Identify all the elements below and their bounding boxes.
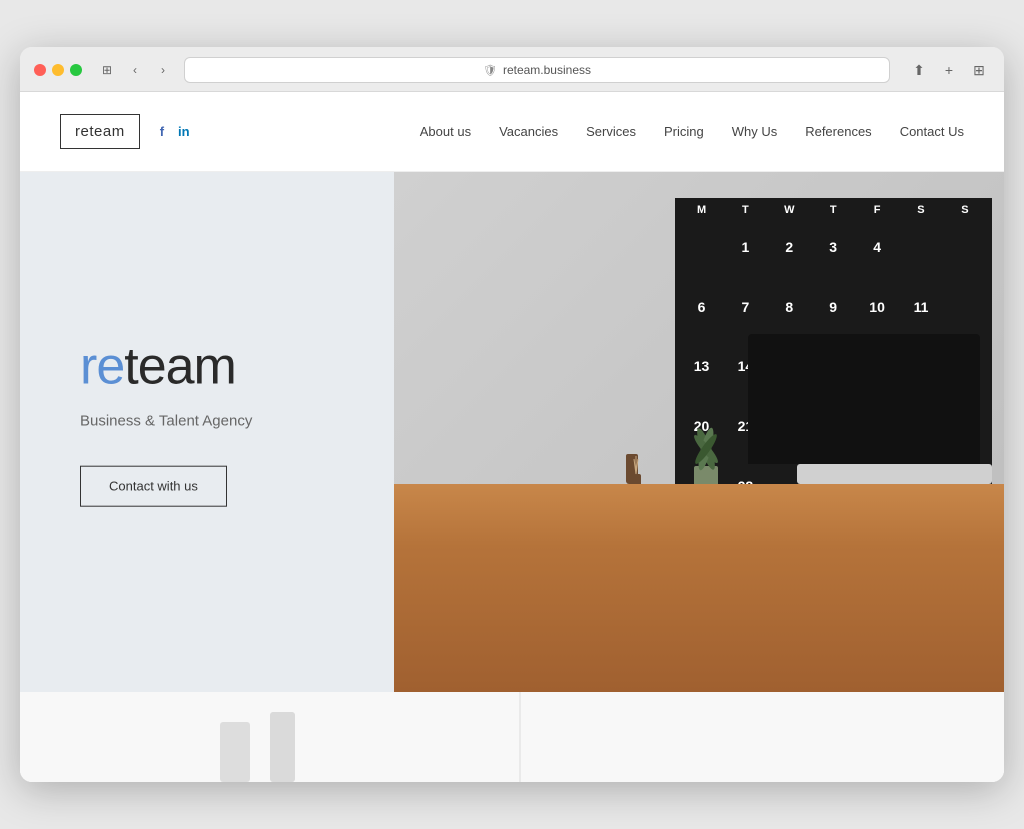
maximize-button[interactable] [70, 64, 82, 76]
cal-day-3: 3 [812, 218, 854, 276]
cal-header-sat: S [900, 204, 942, 216]
cal-day-7: 7 [724, 278, 766, 336]
diffuser [626, 454, 638, 484]
cal-header-thu: T [812, 204, 854, 216]
linkedin-link[interactable]: in [178, 124, 190, 139]
plant-svg [676, 394, 736, 494]
site-header: reteam f in About us Vacancies Services … [20, 92, 1004, 172]
forward-button[interactable]: › [152, 59, 174, 81]
back-button[interactable]: ‹ [124, 59, 146, 81]
monitor-screen [748, 334, 980, 464]
nav-services[interactable]: Services [586, 124, 636, 139]
social-links: f in [160, 124, 190, 139]
hero-title: reteam [80, 341, 252, 393]
hero-subtitle: Business & Talent Agency [80, 413, 252, 430]
cal-header-tue: T [724, 204, 766, 216]
url-text: reteam.business [503, 63, 591, 77]
hero-section: M T W T F S S 1 2 3 4 [20, 172, 1004, 692]
nav-controls: ⊞ ‹ › [96, 59, 174, 81]
below-fold-illustration [20, 692, 1004, 782]
hero-title-rest: team [124, 338, 236, 396]
cal-day-13: 13 [681, 337, 723, 395]
cal-day-2: 2 [768, 218, 810, 276]
hero-title-re: re [80, 338, 124, 396]
security-icon: 🛡 [483, 64, 497, 77]
nav-pricing[interactable]: Pricing [664, 124, 704, 139]
nav-why-us[interactable]: Why Us [732, 124, 778, 139]
minimize-button[interactable] [52, 64, 64, 76]
new-tab-button[interactable]: + [938, 59, 960, 81]
contact-cta-button[interactable]: Contact with us [80, 466, 227, 507]
traffic-lights [34, 64, 82, 76]
cal-day-11: 11 [900, 278, 942, 336]
nav-about-us[interactable]: About us [420, 124, 471, 139]
cal-header-sun: S [944, 204, 986, 216]
cal-header-fri: F [856, 204, 898, 216]
cal-header-mon: M [681, 204, 723, 216]
cal-day-1: 1 [724, 218, 766, 276]
below-fold [20, 692, 1004, 782]
logo[interactable]: reteam [60, 114, 140, 149]
sidebar-toggle[interactable]: ⊞ [96, 59, 118, 81]
close-button[interactable] [34, 64, 46, 76]
cal-header-wed: W [768, 204, 810, 216]
plant [676, 394, 736, 494]
nav-references[interactable]: References [805, 124, 871, 139]
cal-day-empty2 [900, 218, 942, 276]
hero-background-right: M T W T F S S 1 2 3 4 [394, 172, 1004, 692]
desk-surface [394, 484, 1004, 692]
main-nav: About us Vacancies Services Pricing Why … [420, 124, 964, 139]
cal-day-empty4 [944, 278, 986, 336]
cal-day-empty3 [944, 218, 986, 276]
browser-action-buttons: ⬆ + ⊞ [908, 59, 990, 81]
cal-day-6: 6 [681, 278, 723, 336]
share-button[interactable]: ⬆ [908, 59, 930, 81]
desk-scene: M T W T F S S 1 2 3 4 [394, 172, 1004, 692]
cal-day-10: 10 [856, 278, 898, 336]
hero-content: reteam Business & Talent Agency Contact … [80, 341, 252, 507]
grid-button[interactable]: ⊞ [968, 59, 990, 81]
cal-day-empty1 [681, 218, 723, 276]
browser-toolbar: ⊞ ‹ › 🛡 reteam.business ⬆ + ⊞ [20, 47, 1004, 92]
browser-window: ⊞ ‹ › 🛡 reteam.business ⬆ + ⊞ reteam f i… [20, 47, 1004, 782]
nav-vacancies[interactable]: Vacancies [499, 124, 558, 139]
facebook-link[interactable]: f [160, 124, 164, 139]
nav-contact-us[interactable]: Contact Us [900, 124, 964, 139]
keyboard [797, 464, 992, 484]
address-bar[interactable]: 🛡 reteam.business [184, 57, 890, 83]
cal-day-8: 8 [768, 278, 810, 336]
website-content: reteam f in About us Vacancies Services … [20, 92, 1004, 782]
cal-day-4: 4 [856, 218, 898, 276]
cal-day-9: 9 [812, 278, 854, 336]
